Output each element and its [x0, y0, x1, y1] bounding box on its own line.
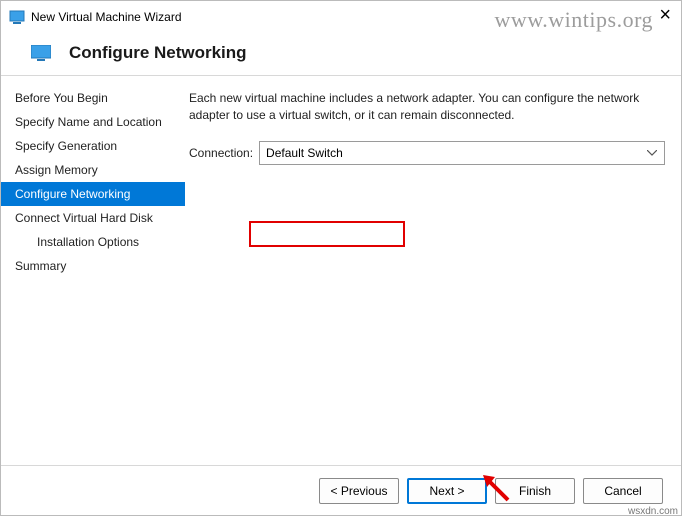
footer: < Previous Next > Finish Cancel: [1, 465, 681, 515]
connection-select[interactable]: Default Switch: [259, 141, 665, 165]
close-icon[interactable]: ×: [659, 5, 671, 25]
next-button[interactable]: Next >: [407, 478, 487, 504]
sidebar-item-before-you-begin[interactable]: Before You Begin: [1, 86, 185, 110]
sidebar: Before You BeginSpecify Name and Locatio…: [1, 76, 185, 436]
titlebar: New Virtual Machine Wizard ×: [1, 1, 681, 33]
finish-button[interactable]: Finish: [495, 478, 575, 504]
cancel-button[interactable]: Cancel: [583, 478, 663, 504]
body: Before You BeginSpecify Name and Locatio…: [1, 76, 681, 436]
sidebar-item-configure-networking[interactable]: Configure Networking: [1, 182, 185, 206]
sidebar-item-assign-memory[interactable]: Assign Memory: [1, 158, 185, 182]
sidebar-item-installation-options[interactable]: Installation Options: [1, 230, 185, 254]
previous-button[interactable]: < Previous: [319, 478, 399, 504]
source-watermark: wsxdn.com: [628, 506, 678, 517]
sidebar-item-connect-virtual-hard-disk[interactable]: Connect Virtual Hard Disk: [1, 206, 185, 230]
wizard-window: New Virtual Machine Wizard × Configure N…: [0, 0, 682, 516]
connection-select-wrap: Default Switch: [259, 141, 665, 165]
connection-row: Connection: Default Switch: [189, 141, 665, 165]
page-title: Configure Networking: [69, 43, 247, 63]
monitor-icon: [31, 45, 51, 61]
sidebar-item-specify-name-and-location[interactable]: Specify Name and Location: [1, 110, 185, 134]
connection-label: Connection:: [189, 146, 253, 160]
app-icon: [9, 9, 25, 25]
page-header: Configure Networking: [1, 33, 681, 75]
description-text: Each new virtual machine includes a netw…: [189, 90, 665, 125]
sidebar-item-summary[interactable]: Summary: [1, 254, 185, 278]
window-title: New Virtual Machine Wizard: [31, 10, 673, 24]
main-panel: Each new virtual machine includes a netw…: [185, 76, 681, 436]
sidebar-item-specify-generation[interactable]: Specify Generation: [1, 134, 185, 158]
